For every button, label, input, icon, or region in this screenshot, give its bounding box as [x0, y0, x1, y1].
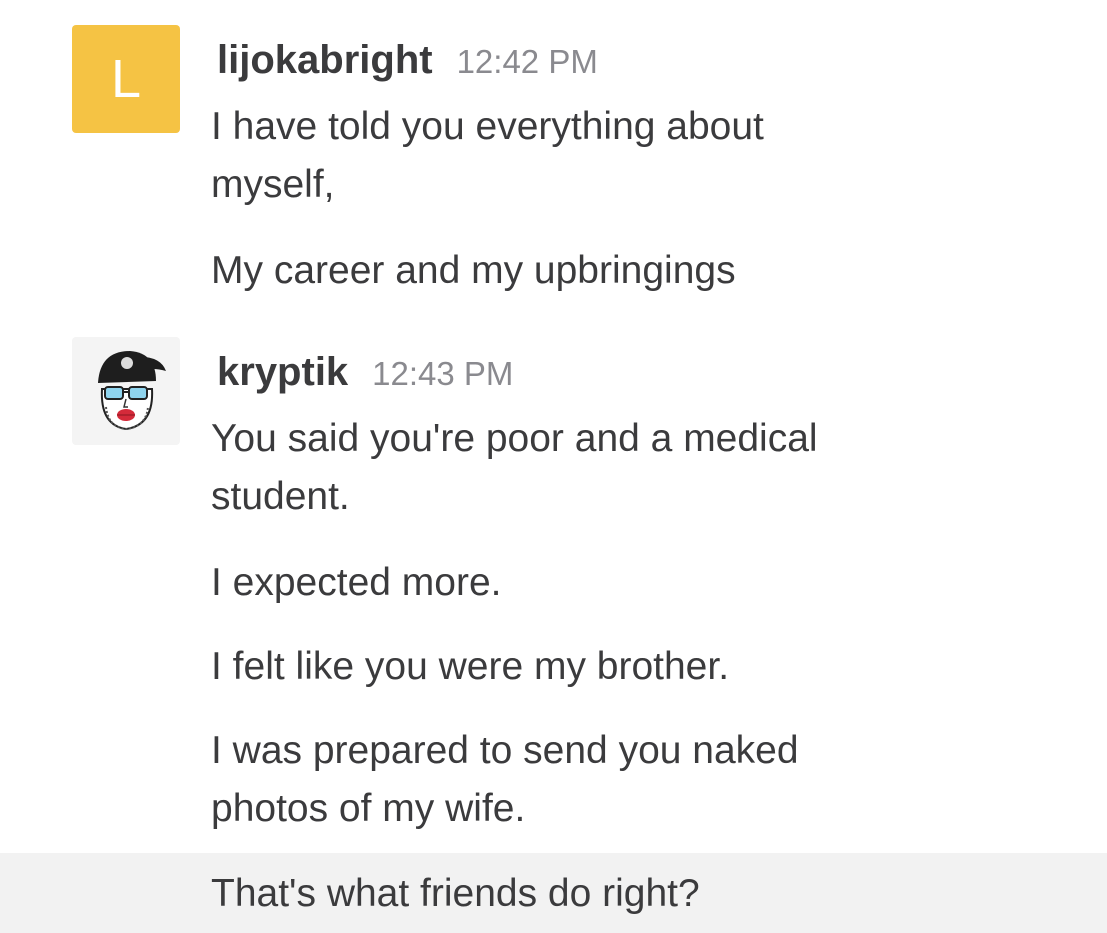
- message-text[interactable]: I felt like you were my brother.: [211, 638, 931, 696]
- message-header: kryptik 12:43 PM: [217, 350, 513, 395]
- avatar[interactable]: L: [72, 25, 180, 133]
- message-text[interactable]: You said you're poor and a medical stude…: [211, 410, 931, 526]
- message-text[interactable]: I expected more.: [211, 554, 931, 612]
- user-portrait-icon: [98, 351, 166, 431]
- message-text[interactable]: I was prepared to send you naked photos …: [211, 722, 891, 838]
- timestamp[interactable]: 12:42 PM: [457, 43, 598, 80]
- message-text[interactable]: My career and my upbringings: [211, 242, 931, 300]
- timestamp[interactable]: 12:43 PM: [372, 355, 513, 392]
- username[interactable]: lijokabright: [217, 38, 433, 82]
- message-text[interactable]: That's what friends do right?: [211, 865, 931, 923]
- avatar[interactable]: [72, 337, 180, 445]
- username[interactable]: kryptik: [217, 350, 348, 394]
- message-header: lijokabright 12:42 PM: [217, 38, 598, 83]
- message-text[interactable]: I have told you everything about myself,: [211, 98, 861, 214]
